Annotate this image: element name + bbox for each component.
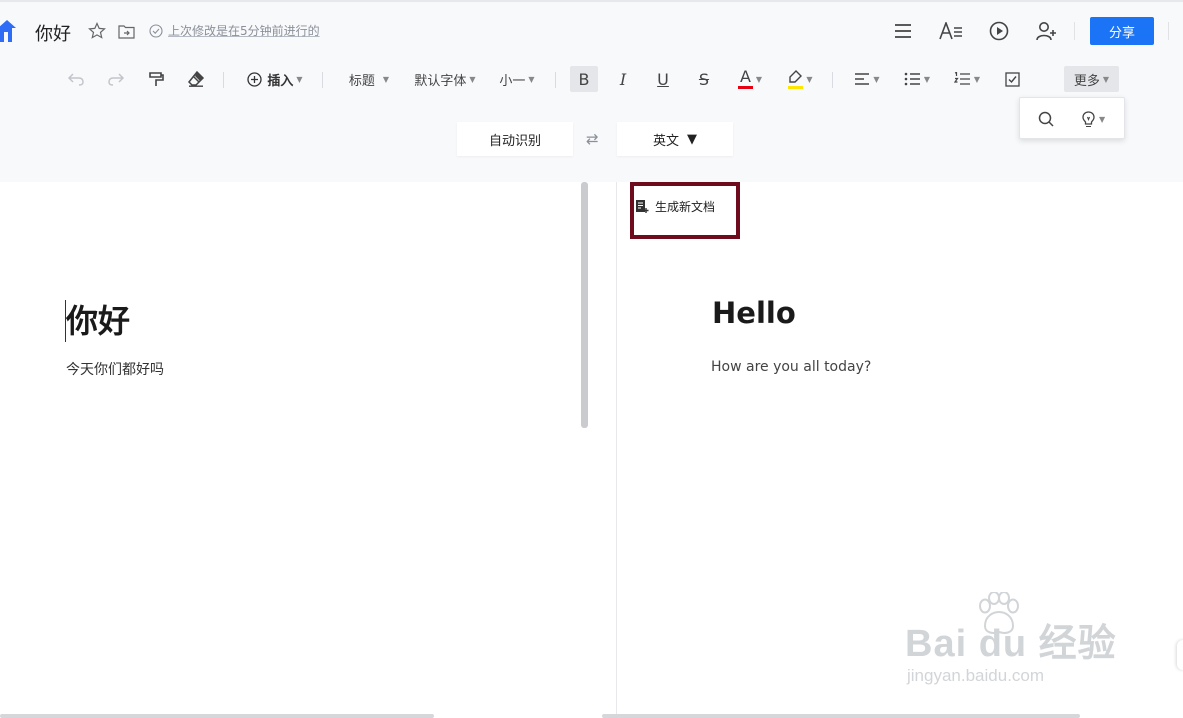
horizontal-scrollbar-left[interactable] xyxy=(0,714,434,718)
font-color-glyph: A xyxy=(739,67,751,86)
bullet-list-icon xyxy=(904,72,920,86)
numbered-list-dropdown[interactable]: ▼ xyxy=(952,66,982,92)
target-language-dropdown[interactable]: 英文 ▼ xyxy=(617,122,733,156)
insert-label: 插入 xyxy=(267,73,294,89)
caret-down-icon: ▼ xyxy=(469,74,476,84)
caret-down-icon: ▼ xyxy=(873,74,880,84)
new-document-icon xyxy=(636,200,649,213)
highlighter-icon xyxy=(789,69,803,83)
bold-glyph: B xyxy=(578,69,590,89)
add-collaborator-icon[interactable] xyxy=(1035,20,1059,42)
lightbulb-dropdown[interactable]: ▼ xyxy=(1081,111,1105,128)
heading-style-dropdown[interactable]: 标题 ▼ xyxy=(343,66,395,92)
bold-button[interactable]: B xyxy=(570,66,598,92)
caret-down-icon: ▼ xyxy=(382,74,390,84)
plus-circle-icon xyxy=(247,71,263,87)
caret-down-icon: ▼ xyxy=(528,74,535,84)
checkbox-icon xyxy=(1004,71,1020,87)
share-button[interactable]: 分享 xyxy=(1090,17,1154,45)
italic-button[interactable]: I xyxy=(610,66,636,92)
toolbar-divider xyxy=(223,72,224,88)
source-language-button[interactable]: 自动识别 xyxy=(457,122,573,156)
font-color-button[interactable]: A ▼ xyxy=(733,66,767,92)
strike-glyph: S xyxy=(698,69,710,89)
horizontal-scrollbar-right[interactable] xyxy=(602,714,1080,718)
strikethrough-button[interactable]: S xyxy=(691,66,717,92)
formatting-toolbar: 插入 ▼ 标题 ▼ 默认字体 ▼ 小一 ▼ B I U S A ▼ ▼ ▼ ▼ … xyxy=(0,58,1183,182)
star-icon[interactable] xyxy=(87,21,107,41)
more-popover-menu: ▼ xyxy=(1019,97,1125,139)
caret-down-icon: ▼ xyxy=(806,74,813,84)
translated-heading[interactable]: Hello xyxy=(712,296,796,330)
clear-format-eraser-icon[interactable] xyxy=(184,66,208,92)
app-logo-icon[interactable] xyxy=(0,18,18,44)
caret-down-icon: ▼ xyxy=(687,131,697,147)
target-language-label: 英文 xyxy=(652,133,679,149)
toolbar-divider xyxy=(322,72,323,88)
insert-menu[interactable]: 插入 ▼ xyxy=(244,66,306,92)
source-document-pane[interactable] xyxy=(0,182,580,718)
italic-glyph: I xyxy=(619,69,627,89)
header-bar: 你好 上次修改是在5分钟前进行的 分享 xyxy=(0,2,1183,58)
source-paragraph[interactable]: 今天你们都好吗 xyxy=(66,359,164,379)
more-label: 更多 xyxy=(1073,73,1100,89)
generate-new-document-label: 生成新文档 xyxy=(655,200,716,214)
font-color-swatch xyxy=(737,86,753,89)
folder-move-icon[interactable] xyxy=(116,21,136,41)
swap-languages-icon[interactable]: ⇄ xyxy=(586,130,599,148)
watermark-url: jingyan.baidu.com xyxy=(907,666,1045,685)
translated-paragraph[interactable]: How are you all today? xyxy=(711,359,871,375)
bullet-list-dropdown[interactable]: ▼ xyxy=(902,66,932,92)
align-left-icon xyxy=(855,73,870,85)
underline-button[interactable]: U xyxy=(650,66,676,92)
caret-down-icon: ▼ xyxy=(296,74,303,84)
caret-down-icon: ▼ xyxy=(973,74,981,84)
side-panel-tab[interactable] xyxy=(1177,640,1183,670)
watermark-brand: Bai du 经验 xyxy=(905,623,1117,665)
source-heading[interactable]: 你好 xyxy=(66,296,130,342)
lightbulb-icon xyxy=(1082,111,1095,128)
underline-glyph: U xyxy=(657,69,669,89)
search-icon[interactable] xyxy=(1038,111,1054,131)
header-divider xyxy=(1074,22,1075,40)
vertical-scrollbar[interactable] xyxy=(581,182,588,428)
toolbar-divider xyxy=(555,72,556,88)
align-dropdown[interactable]: ▼ xyxy=(852,66,882,92)
caret-down-icon: ▼ xyxy=(1099,115,1106,124)
more-dropdown[interactable]: 更多 ▼ xyxy=(1064,66,1119,92)
header-edge-divider xyxy=(1168,22,1169,40)
highlight-color-swatch xyxy=(787,85,803,89)
heading-label: 标题 xyxy=(348,73,375,89)
highlight-color-button[interactable]: ▼ xyxy=(783,66,817,92)
menu-icon[interactable] xyxy=(892,20,914,42)
task-checkbox-button[interactable] xyxy=(1000,66,1024,92)
text-format-icon[interactable] xyxy=(938,20,964,42)
play-presentation-icon[interactable] xyxy=(988,20,1010,42)
undo-icon[interactable] xyxy=(64,66,88,92)
redo-icon[interactable] xyxy=(104,66,128,92)
caret-down-icon: ▼ xyxy=(923,74,931,84)
font-family-dropdown[interactable]: 默认字体 ▼ xyxy=(410,66,480,92)
generate-new-document-button[interactable]: 生成新文档 xyxy=(635,198,715,215)
caret-down-icon: ▼ xyxy=(1102,74,1110,84)
toolbar-divider xyxy=(832,72,833,88)
caret-down-icon: ▼ xyxy=(755,74,763,84)
font-size-dropdown[interactable]: 小一 ▼ xyxy=(495,66,539,92)
font-size-label: 小一 xyxy=(499,73,526,89)
format-painter-icon[interactable] xyxy=(144,66,168,92)
document-title[interactable]: 你好 xyxy=(35,20,71,46)
font-family-label: 默认字体 xyxy=(414,73,467,89)
source-language-label: 自动识别 xyxy=(488,133,541,149)
save-status-text[interactable]: 上次修改是在5分钟前进行的 xyxy=(168,22,320,39)
save-status: 上次修改是在5分钟前进行的 xyxy=(149,22,320,39)
numbered-list-icon xyxy=(953,72,970,85)
check-circle-icon xyxy=(149,23,163,38)
